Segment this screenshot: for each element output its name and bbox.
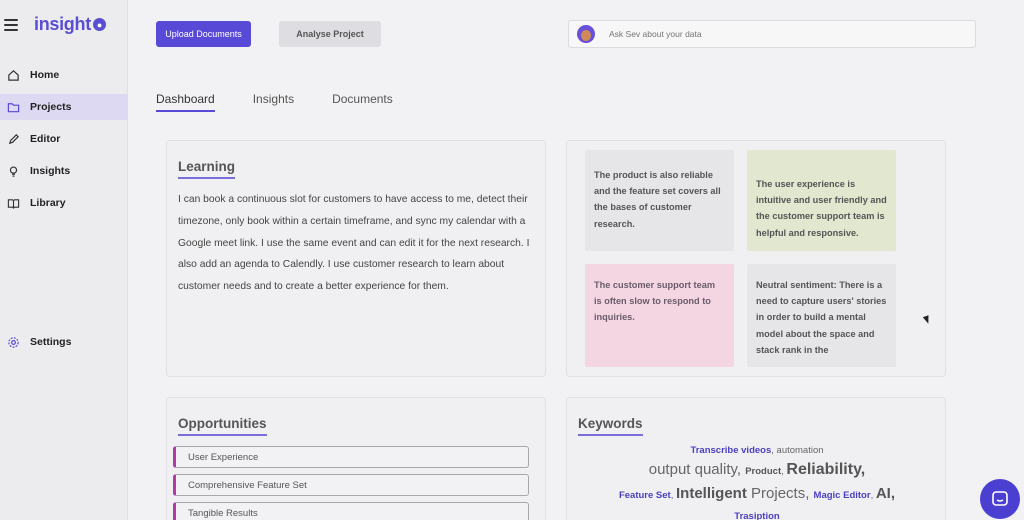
keywords-card: Keywords Transcribe videos, automation o… bbox=[566, 397, 946, 520]
upload-documents-button[interactable]: Upload Documents bbox=[156, 21, 251, 47]
analyse-project-button[interactable]: Analyse Project bbox=[279, 21, 381, 47]
insight-note[interactable]: Neutral sentiment: There is a need to ca… bbox=[747, 264, 896, 367]
assistant-avatar bbox=[577, 25, 595, 43]
sidebar-item-label: Insights bbox=[30, 165, 71, 177]
logo-text: insight bbox=[34, 14, 91, 34]
opportunity-item[interactable]: Comprehensive Feature Set bbox=[173, 474, 529, 496]
keyword-row: Feature Set, Intelligent Projects, Magic… bbox=[618, 485, 896, 502]
ask-bar bbox=[568, 20, 976, 48]
keyword[interactable]: automation bbox=[777, 445, 824, 456]
sidebar-item-projects[interactable]: Projects bbox=[0, 94, 128, 120]
folder-icon bbox=[7, 102, 20, 112]
sidebar-settings: Settings bbox=[0, 329, 128, 361]
sidebar-item-label: Projects bbox=[30, 101, 72, 113]
insight-note[interactable]: The user experience is intuitive and use… bbox=[747, 150, 896, 251]
sidebar: insight ● Home Projects Editor Insights … bbox=[0, 0, 128, 520]
sidebar-nav: Home Projects Editor Insights Library bbox=[0, 62, 128, 222]
opportunities-title: Opportunities bbox=[178, 416, 267, 436]
home-icon bbox=[8, 69, 19, 81]
opportunity-item[interactable]: User Experience bbox=[173, 446, 529, 468]
keyword[interactable]: output quality bbox=[649, 461, 737, 478]
learning-text: I can book a continuous slot for custome… bbox=[178, 194, 530, 293]
tab-documents[interactable]: Documents bbox=[332, 92, 393, 112]
keyword[interactable]: Feature Set bbox=[619, 490, 671, 501]
tab-bar: Dashboard Insights Documents bbox=[156, 92, 393, 112]
learning-title: Learning bbox=[178, 159, 236, 179]
keyword-row: output quality, Product, Reliability, bbox=[648, 461, 866, 478]
menu-icon[interactable] bbox=[4, 18, 18, 31]
chat-icon bbox=[992, 491, 1008, 506]
keyword[interactable]: Trasiption bbox=[734, 511, 779, 520]
keyword[interactable]: Product bbox=[745, 466, 781, 477]
opportunities-card: Opportunities User Experience Comprehens… bbox=[166, 397, 546, 520]
pencil-icon bbox=[8, 133, 19, 144]
tab-insights[interactable]: Insights bbox=[253, 92, 294, 112]
sidebar-item-insights[interactable]: Insights bbox=[0, 158, 128, 184]
keyword-row: Trasiption bbox=[567, 511, 947, 520]
insight-note[interactable]: The customer support team is often slow … bbox=[585, 264, 734, 367]
keyword[interactable]: Transcribe videos bbox=[690, 445, 771, 456]
brand: insight ● bbox=[4, 14, 106, 35]
sidebar-item-label: Settings bbox=[30, 336, 72, 348]
tab-dashboard[interactable]: Dashboard bbox=[156, 92, 215, 112]
keyword[interactable]: Projects bbox=[751, 485, 805, 502]
keyword[interactable]: Intelligent bbox=[676, 485, 747, 502]
keyword-row: Transcribe videos, automation bbox=[690, 445, 824, 456]
learning-card: Learning I can book a continuous slot fo… bbox=[166, 140, 546, 377]
sidebar-item-label: Editor bbox=[30, 133, 61, 145]
gear-icon bbox=[8, 336, 19, 348]
chat-launcher-button[interactable] bbox=[980, 479, 1020, 519]
opportunity-item[interactable]: Tangible Results bbox=[173, 502, 529, 520]
sidebar-item-label: Library bbox=[30, 197, 66, 209]
keywords-title: Keywords bbox=[578, 416, 643, 436]
insight-note[interactable]: The product is also reliable and the fea… bbox=[585, 150, 734, 251]
sidebar-item-settings[interactable]: Settings bbox=[0, 329, 128, 355]
keyword[interactable]: Reliability bbox=[786, 461, 860, 478]
lightbulb-icon bbox=[9, 165, 18, 177]
insight-notes-card: The product is also reliable and the fea… bbox=[566, 140, 946, 377]
sidebar-item-label: Home bbox=[30, 69, 60, 81]
keyword[interactable]: Magic Editor bbox=[814, 490, 871, 501]
sidebar-item-home[interactable]: Home bbox=[0, 62, 128, 88]
logo[interactable]: insight ● bbox=[34, 14, 106, 35]
keyword[interactable]: AI bbox=[876, 485, 891, 502]
sidebar-item-library[interactable]: Library bbox=[0, 190, 128, 216]
logo-mark-icon: ● bbox=[92, 18, 106, 31]
ask-input[interactable] bbox=[609, 29, 949, 39]
sidebar-item-editor[interactable]: Editor bbox=[0, 126, 128, 152]
book-icon bbox=[7, 198, 20, 209]
